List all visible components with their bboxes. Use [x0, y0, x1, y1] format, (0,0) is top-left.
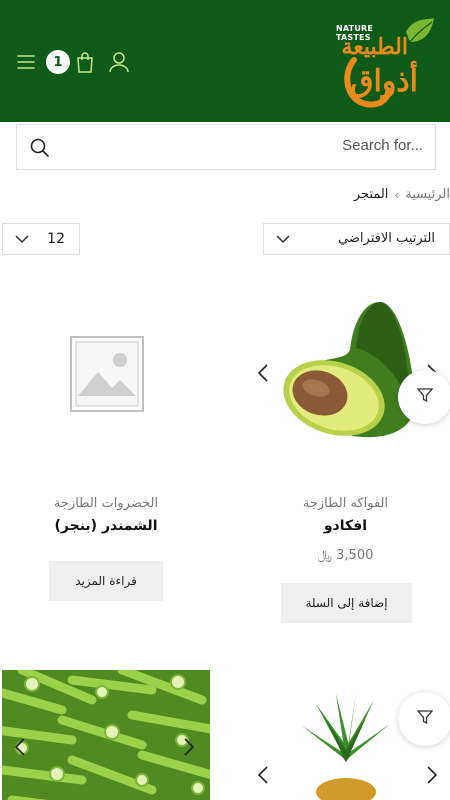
filter-icon	[416, 709, 434, 729]
chevron-left-icon[interactable]	[12, 736, 28, 758]
breadcrumb-separator: ›	[394, 187, 400, 202]
product-image-pineapple[interactable]	[296, 690, 396, 800]
product-image-placeholder[interactable]	[70, 336, 144, 412]
logo-arabic-line1: الطبيعة	[341, 34, 408, 60]
add-to-cart-button[interactable]: إضافة إلى السلة	[281, 583, 412, 623]
chevron-down-icon	[276, 233, 290, 248]
filter-button[interactable]	[398, 370, 450, 424]
breadcrumb-current: المتجر	[353, 187, 389, 202]
product-category[interactable]: الفواكه الطازجة	[238, 496, 450, 511]
search-bar	[16, 124, 436, 170]
currency-symbol: ﷼	[317, 548, 333, 563]
orderby-value: الترتيب الافتراضي	[338, 231, 435, 246]
chevron-right-icon[interactable]	[424, 764, 440, 786]
filter-icon	[416, 387, 434, 407]
search-icon[interactable]	[29, 137, 51, 159]
search-input[interactable]	[103, 137, 423, 154]
chevron-left-icon[interactable]	[255, 362, 271, 384]
user-icon[interactable]	[105, 48, 133, 76]
chevron-down-icon	[15, 233, 29, 248]
product-title[interactable]: افكادو	[238, 518, 450, 534]
product-category[interactable]: الخضروات الطازجة	[0, 496, 212, 511]
product-image-avocado[interactable]	[262, 298, 422, 443]
price-amount: 3,500	[336, 548, 374, 563]
per-page-value: 12	[47, 231, 65, 247]
breadcrumb: الرئيسية › المتجر	[354, 187, 450, 202]
shopping-bag-icon	[74, 49, 96, 75]
menu-icon[interactable]	[12, 48, 40, 76]
product-price: 3,500 ﷼	[238, 548, 450, 563]
chevron-right-icon[interactable]	[181, 736, 197, 758]
product-image-okra[interactable]	[2, 670, 210, 800]
site-logo[interactable]: NATURE TASTES الطبيعة أذواق	[336, 12, 436, 112]
orderby-select[interactable]: الترتيب الافتراضي	[263, 223, 450, 255]
chevron-left-icon[interactable]	[255, 764, 271, 786]
per-page-select[interactable]: 12	[2, 223, 80, 255]
cart-button[interactable]: 1	[46, 49, 96, 75]
product-title[interactable]: الشمندر (بنجر)	[0, 518, 212, 534]
cart-count-badge: 1	[46, 50, 70, 74]
logo-arabic-line2: أذواق	[350, 64, 418, 99]
filter-button[interactable]	[398, 692, 450, 746]
read-more-button[interactable]: قراءة المزيد	[49, 561, 163, 601]
breadcrumb-home-link[interactable]: الرئيسية	[405, 187, 450, 202]
site-header: 1 NATURE TASTES الطبيعة أذواق	[0, 0, 450, 122]
